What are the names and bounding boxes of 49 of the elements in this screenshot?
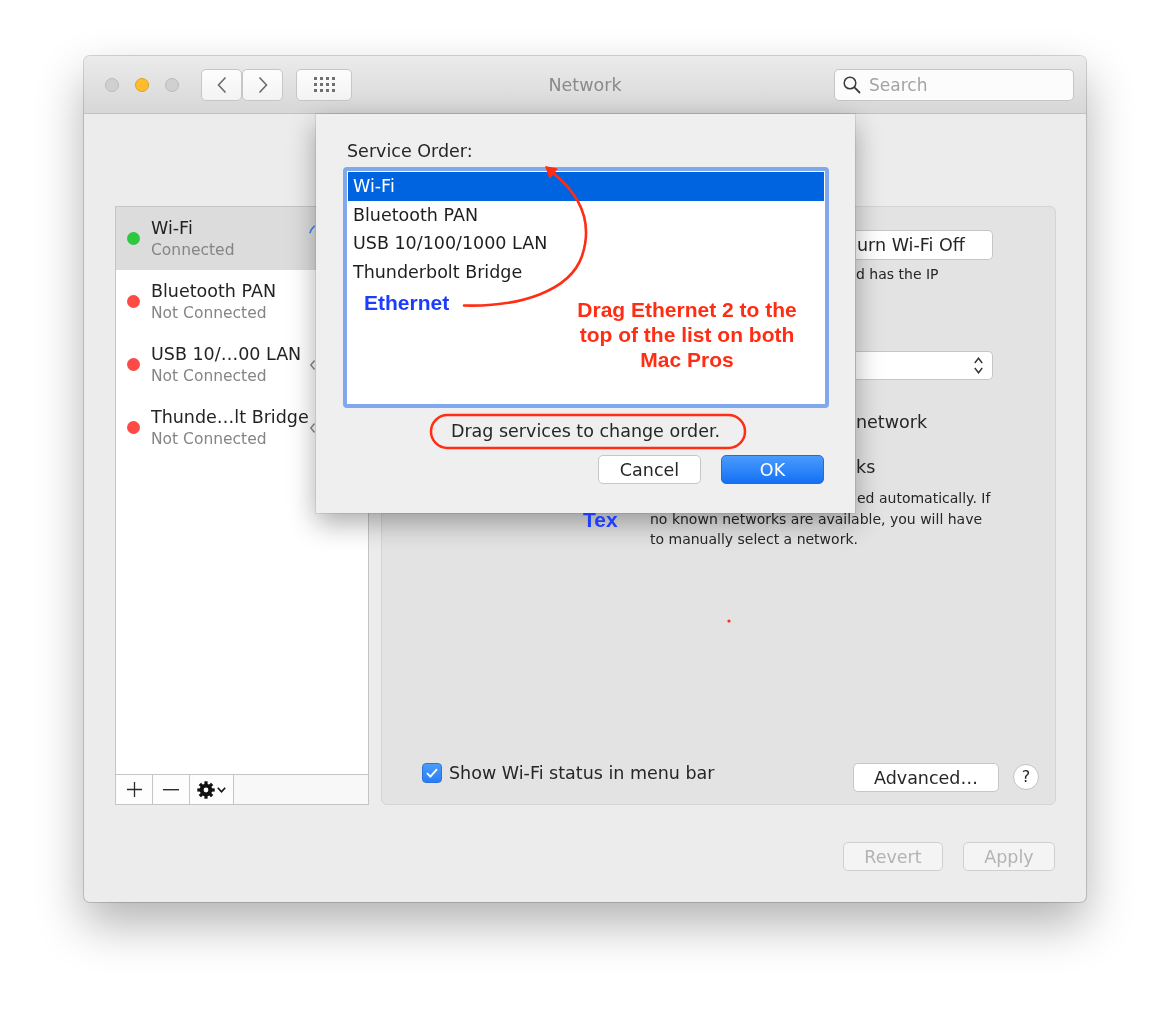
service-name: Wi-Fi xyxy=(151,218,193,238)
service-status: Not Connected xyxy=(151,430,267,448)
option-text: ks xyxy=(856,457,876,477)
back-button[interactable] xyxy=(201,68,242,101)
description-text: no known networks are available, you will have to manually select a network. xyxy=(650,510,984,549)
plus-icon xyxy=(126,782,142,797)
dot-icon xyxy=(727,619,731,623)
list-title: Service Order: xyxy=(347,141,473,161)
service-status: Not Connected xyxy=(151,304,267,322)
add-button[interactable] xyxy=(116,775,153,804)
status-text: d has the IP xyxy=(856,265,939,283)
service-status: Connected xyxy=(151,241,235,259)
annotation-label: Ethernet xyxy=(364,291,450,315)
network-popup[interactable] xyxy=(856,351,993,380)
minus-icon xyxy=(163,788,179,791)
service-order-item[interactable]: Wi-Fi xyxy=(348,172,824,201)
annotation-label: Tex xyxy=(583,508,618,532)
forward-button[interactable] xyxy=(242,68,283,101)
hint-text: Drag services to change order. xyxy=(450,421,721,441)
action-menu-button[interactable] xyxy=(190,775,234,804)
arc-icon xyxy=(309,225,315,234)
help-button[interactable]: ? xyxy=(1013,764,1039,790)
advanced-button[interactable]: Advanced… xyxy=(853,763,999,792)
chevron-icon xyxy=(310,422,315,433)
power-button[interactable]: urn Wi-Fi Off xyxy=(856,230,993,260)
show-all-button[interactable] xyxy=(296,68,352,101)
service-name: Thunde…lt Bridge xyxy=(151,407,309,427)
checkbox-label: Show Wi-Fi status in menu bar xyxy=(449,763,715,783)
grid-icon xyxy=(313,77,335,92)
chevron-right-icon xyxy=(257,75,268,94)
service-name: USB 10/…00 LAN xyxy=(151,344,302,364)
checkmark-icon xyxy=(426,768,438,778)
checkbox[interactable] xyxy=(422,763,442,783)
search-icon xyxy=(843,75,861,94)
window-title: Network xyxy=(548,74,622,95)
caret-down-icon xyxy=(217,786,226,793)
chevron-left-icon xyxy=(216,75,227,94)
cancel-button[interactable]: Cancel xyxy=(598,455,701,484)
minimize-button[interactable] xyxy=(135,77,149,92)
gear-icon xyxy=(197,780,215,799)
up-down-chevron-icon xyxy=(974,357,983,374)
chevron-icon xyxy=(310,359,315,370)
search-field[interactable]: Search xyxy=(834,68,1074,101)
option-text: network xyxy=(856,412,928,432)
service-status: Not Connected xyxy=(151,367,267,385)
annotation-note: Drag Ethernet 2 to the top of the list on both Mac Pros xyxy=(576,297,798,372)
confirm-button[interactable]: OK xyxy=(721,455,824,484)
description-text: ed automatically. If xyxy=(857,489,991,508)
service-name: Bluetooth PAN xyxy=(151,281,276,301)
